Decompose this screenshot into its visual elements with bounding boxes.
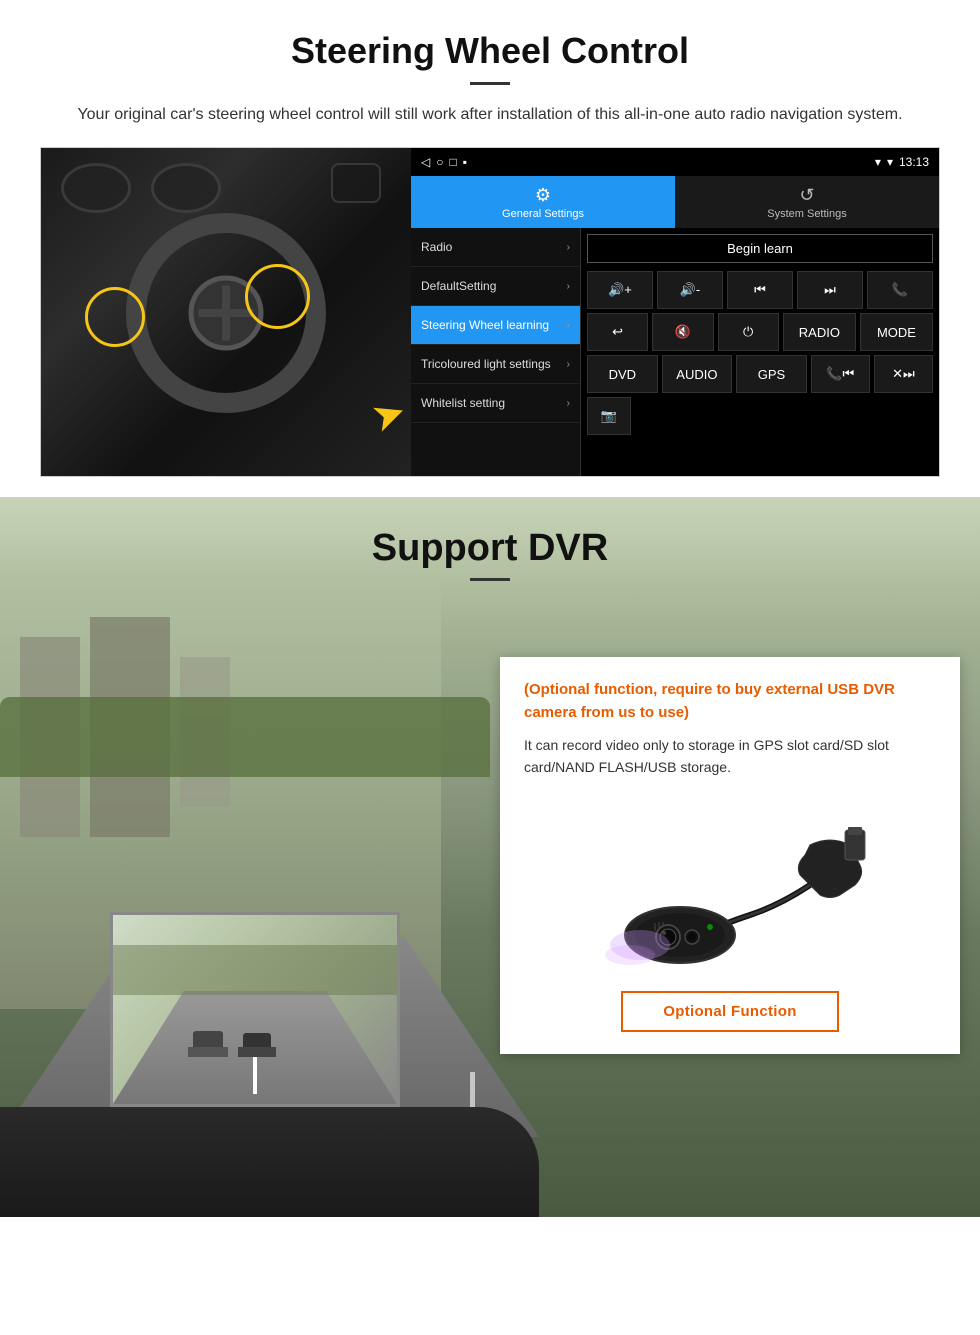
dvr-icon-btn[interactable]: 📷 [587, 397, 631, 435]
controls-panel: Begin learn 🔊+ 🔊- ⏮ [581, 228, 939, 476]
menu-item-radio[interactable]: Radio › [411, 228, 580, 267]
control-row-1: 🔊+ 🔊- ⏮ ⏭ 📞 [587, 271, 933, 309]
menu-whitelist-label: Whitelist setting [421, 396, 505, 410]
android-tabs: ⚙ General Settings ↺ System Settings [411, 176, 939, 228]
gps-label: GPS [758, 367, 785, 382]
menu-radio-label: Radio [421, 240, 452, 254]
steering-wheel-image: ➤ [41, 148, 411, 477]
steering-screenshot: ➤ ◁ ○ □ ▪ ▾ ▾ 13:13 ⚙ General Settings [40, 147, 940, 477]
phone-icon: 📞 [892, 282, 908, 298]
volume-up-btn[interactable]: 🔊+ [587, 271, 653, 309]
nav-recent: □ [449, 155, 456, 169]
power-btn[interactable]: ⏻ [718, 313, 779, 351]
next-track-icon: ⏭ [824, 282, 836, 298]
volume-up-icon: 🔊+ [608, 282, 632, 298]
optional-function-button[interactable]: Optional Function [621, 991, 838, 1032]
chevron-tricoloured-icon: › [567, 359, 570, 370]
android-statusbar: ◁ ○ □ ▪ ▾ ▾ 13:13 [411, 148, 939, 176]
wifi-icon: ▾ [887, 155, 893, 169]
system-settings-icon: ↺ [799, 185, 814, 206]
dvr-optional-text: (Optional function, require to buy exter… [524, 679, 936, 724]
control-row-3: DVD AUDIO GPS 📞⏮ ✕⏭ [587, 355, 933, 393]
phone-prev-icon: 📞⏮ [826, 366, 854, 382]
android-ui: ◁ ○ □ ▪ ▾ ▾ 13:13 ⚙ General Settings ↺ S… [411, 148, 939, 476]
signal-icon: ▾ [875, 155, 881, 169]
mode-btn[interactable]: MODE [860, 313, 933, 351]
menu-item-tricoloured[interactable]: Tricoloured light settings › [411, 345, 580, 384]
mode-label: MODE [877, 325, 916, 340]
chevron-steering-icon: › [567, 320, 570, 331]
next-track-btn[interactable]: ⏭ [797, 271, 863, 309]
prev-track-btn[interactable]: ⏮ [727, 271, 793, 309]
right-circle-highlight [245, 264, 310, 329]
chevron-whitelist-icon: › [567, 398, 570, 409]
menu-item-steering[interactable]: Steering Wheel learning › [411, 306, 580, 345]
gps-btn[interactable]: GPS [736, 355, 807, 393]
back-btn[interactable]: ↩ [587, 313, 648, 351]
phone-btn[interactable]: 📞 [867, 271, 933, 309]
audio-btn[interactable]: AUDIO [662, 355, 733, 393]
steering-section: Steering Wheel Control Your original car… [0, 0, 980, 477]
dvr-camera-icon: 📷 [601, 408, 617, 424]
nav-media: ▪ [463, 155, 467, 169]
chevron-radio-icon: › [567, 242, 570, 253]
camera-device-svg [580, 815, 880, 975]
menu-item-whitelist[interactable]: Whitelist setting › [411, 384, 580, 423]
begin-learn-button[interactable]: Begin learn [587, 234, 933, 263]
menu-default-label: DefaultSetting [421, 279, 496, 293]
road-line [253, 1054, 257, 1094]
left-circle-highlight [85, 287, 145, 347]
prev-track-icon: ⏮ [754, 282, 766, 298]
audio-label: AUDIO [676, 367, 717, 382]
android-content: Radio › DefaultSetting › Steering Wheel … [411, 228, 939, 476]
control-row-2: ↩ 🔇 ⏻ RADIO MODE [587, 313, 933, 351]
dvr-small-view [110, 912, 400, 1107]
menu-tricoloured-label: Tricoloured light settings [421, 357, 551, 371]
power-icon: ⏻ [743, 324, 753, 340]
volume-down-icon: 🔊- [680, 282, 701, 298]
tab-general-label: General Settings [502, 208, 584, 220]
dvr-camera-image [524, 795, 936, 975]
begin-learn-row: Begin learn [587, 234, 933, 263]
phone-prev-btn[interactable]: 📞⏮ [811, 355, 870, 393]
back-icon: ↩ [612, 324, 623, 340]
general-settings-icon: ⚙ [535, 185, 551, 206]
radio-btn[interactable]: RADIO [783, 313, 856, 351]
dvr-description: It can record video only to storage in G… [524, 734, 936, 779]
chevron-default-icon: › [567, 281, 570, 292]
title-divider [470, 82, 510, 85]
control-row-4: 📷 [587, 397, 933, 435]
statusbar-time: 13:13 [899, 155, 929, 169]
dvr-title: Support DVR [0, 527, 980, 570]
dvr-info-card: (Optional function, require to buy exter… [500, 657, 960, 1054]
x-next-btn[interactable]: ✕⏭ [874, 355, 933, 393]
menu-panel: Radio › DefaultSetting › Steering Wheel … [411, 228, 581, 476]
menu-item-default[interactable]: DefaultSetting › [411, 267, 580, 306]
dvr-title-area: Support DVR [0, 497, 980, 581]
mute-btn[interactable]: 🔇 [652, 313, 713, 351]
dvd-label: DVD [609, 367, 636, 382]
tab-system[interactable]: ↺ System Settings [675, 176, 939, 228]
radio-label: RADIO [799, 325, 840, 340]
menu-steering-label: Steering Wheel learning [421, 318, 549, 332]
volume-down-btn[interactable]: 🔊- [657, 271, 723, 309]
x-next-icon: ✕⏭ [892, 366, 915, 382]
dvr-section: Support DVR (Optional function, require … [0, 497, 980, 1217]
nav-back: ◁ [421, 155, 430, 169]
tab-general[interactable]: ⚙ General Settings [411, 176, 675, 228]
nav-home: ○ [436, 155, 443, 169]
steering-title: Steering Wheel Control [40, 30, 940, 72]
steering-description: Your original car's steering wheel contr… [40, 103, 940, 127]
tab-system-label: System Settings [767, 208, 846, 220]
dvd-btn[interactable]: DVD [587, 355, 658, 393]
mute-icon: 🔇 [675, 324, 691, 340]
dvr-divider [470, 578, 510, 581]
